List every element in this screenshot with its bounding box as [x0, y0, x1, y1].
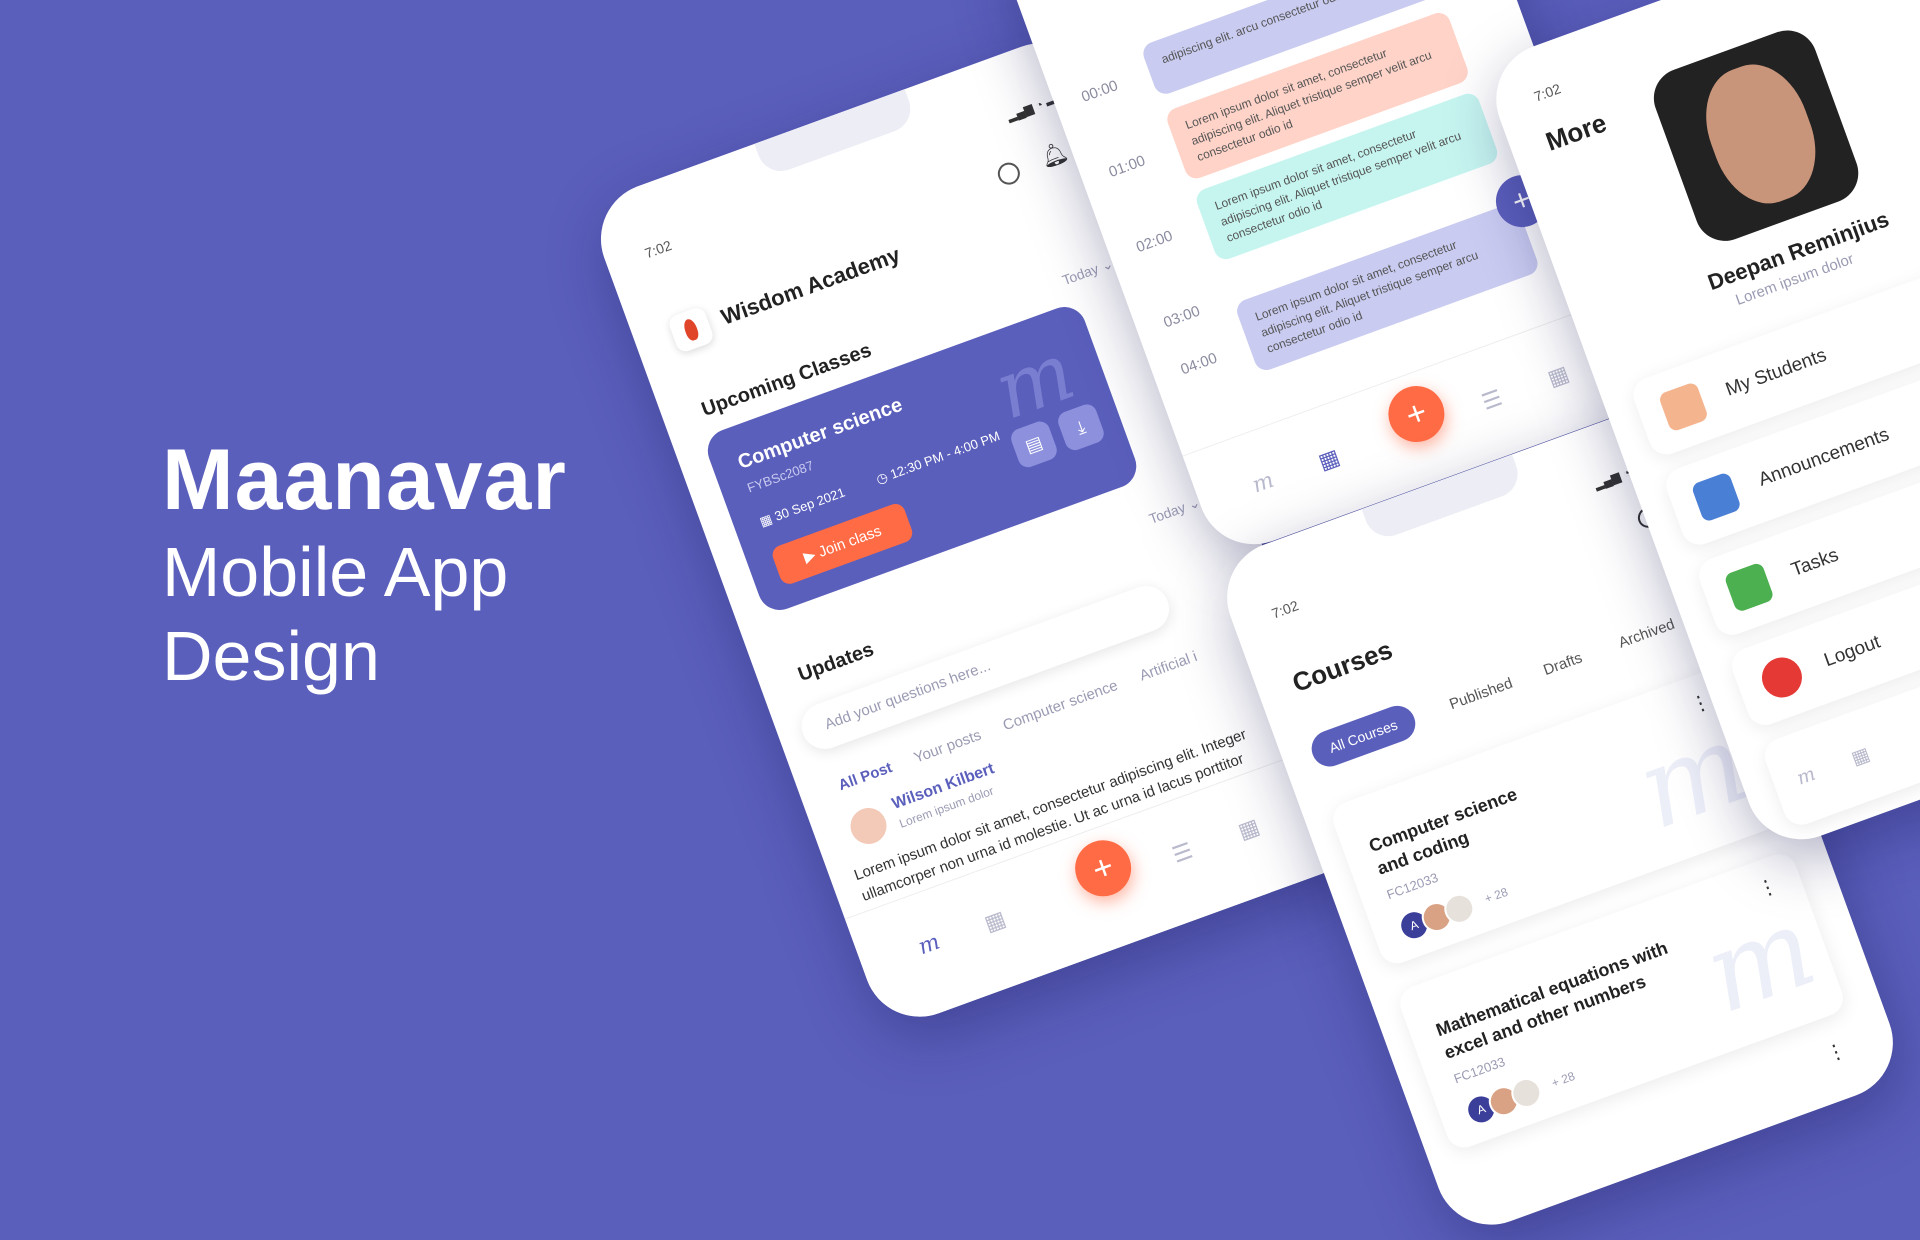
- hour-label: 03:00: [1161, 302, 1203, 332]
- profile-photo: [1645, 22, 1867, 250]
- today-filter[interactable]: Today ⌄: [1060, 255, 1116, 289]
- avatar-more-count: + 28: [1482, 884, 1510, 907]
- hour-label: 00:00: [1079, 77, 1121, 106]
- tab-archived[interactable]: Archived: [1616, 616, 1677, 652]
- grid-icon[interactable]: ▦: [1544, 360, 1572, 392]
- status-time: 7:02: [1531, 80, 1563, 105]
- calendar-icon[interactable]: ▦: [1315, 444, 1343, 476]
- app-name: Wisdom Academy: [717, 241, 904, 330]
- hour-label: 02:00: [1133, 227, 1176, 257]
- calendar-icon[interactable]: ▦: [1848, 742, 1873, 770]
- tasks-icon: [1723, 561, 1775, 613]
- clock-icon: ◷: [874, 468, 890, 487]
- tab-all-courses[interactable]: All Courses: [1306, 700, 1420, 772]
- grid-icon[interactable]: ▦: [1235, 813, 1263, 845]
- more-title: More: [1541, 107, 1611, 157]
- home-m-icon[interactable]: m: [1249, 468, 1277, 499]
- hero-subtitle-line1: Mobile App: [162, 533, 509, 611]
- search-icon[interactable]: [994, 159, 1023, 188]
- watermark-m-icon: m: [1688, 882, 1831, 1039]
- tab-artificial[interactable]: Artificial i: [1137, 648, 1199, 685]
- bell-icon[interactable]: 🔔︎: [1037, 138, 1072, 172]
- tab-your-posts[interactable]: Your posts: [912, 727, 984, 767]
- tab-all-post[interactable]: All Post: [836, 759, 894, 794]
- hero: Maanavar Mobile App Design: [162, 430, 567, 698]
- app-logo: [666, 305, 716, 355]
- students-icon: [1657, 381, 1710, 433]
- home-m-icon[interactable]: m: [1794, 763, 1818, 790]
- home-m-icon[interactable]: m: [915, 930, 943, 961]
- tab-published[interactable]: Published: [1447, 675, 1515, 714]
- status-time: 7:02: [642, 236, 674, 262]
- add-fab[interactable]: +: [1067, 832, 1140, 905]
- hero-subtitle-line2: Design: [162, 617, 380, 695]
- hour-label: 04:00: [1178, 349, 1220, 379]
- calendar-icon[interactable]: ▦: [981, 906, 1009, 938]
- calendar-icon: ▦: [757, 510, 775, 530]
- class-card[interactable]: m Computer science FYBSc2087 ▦ 30 Sep 20…: [701, 300, 1143, 617]
- add-fab[interactable]: +: [1380, 378, 1453, 450]
- updates-today-filter[interactable]: Today ⌄: [1147, 494, 1203, 528]
- layers-icon[interactable]: ☰: [1478, 385, 1505, 416]
- status-time: 7:02: [1269, 597, 1301, 622]
- updates-title: Updates: [795, 638, 877, 687]
- tab-computer-science[interactable]: Computer science: [1001, 677, 1120, 734]
- class-date-row: ▦ 30 Sep 2021: [757, 484, 847, 530]
- power-icon: [1756, 651, 1808, 704]
- hero-title: Maanavar: [162, 432, 567, 528]
- tab-drafts[interactable]: Drafts: [1541, 649, 1584, 679]
- class-subject: Computer science: [734, 393, 906, 474]
- more-vertical-icon[interactable]: ⋮: [1822, 1037, 1849, 1067]
- avatar[interactable]: [845, 802, 892, 850]
- play-icon: ▶: [801, 546, 819, 567]
- layers-icon[interactable]: ☰: [1169, 838, 1196, 869]
- courses-title: Courses: [1288, 634, 1397, 699]
- megaphone-icon: [1690, 471, 1742, 523]
- hour-label: 01:00: [1106, 152, 1148, 181]
- phone-notch: [752, 83, 917, 178]
- class-time-row: ◷ 12:30 PM - 4:00 PM: [874, 428, 1002, 487]
